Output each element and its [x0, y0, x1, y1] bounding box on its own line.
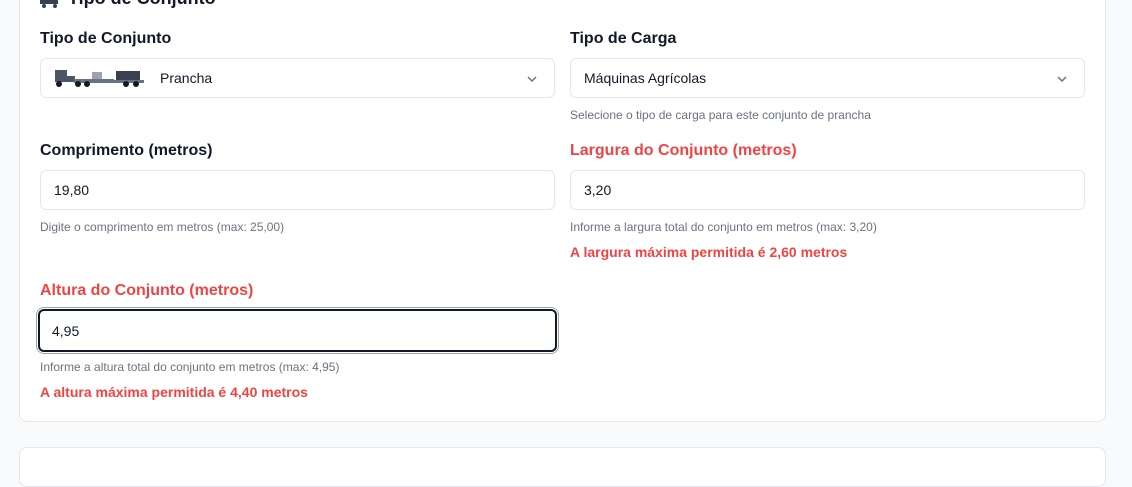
altura-input[interactable]: 4,95 — [38, 309, 557, 352]
tipo-carga-hint: Selecione o tipo de carga para este conj… — [570, 108, 871, 122]
tipo-carga-value: Máquinas Agrícolas — [584, 70, 707, 86]
comprimento-input[interactable]: 19,80 — [40, 170, 555, 210]
chevron-down-icon — [1056, 72, 1068, 84]
altura-label: Altura do Conjunto (metros) — [40, 282, 254, 299]
tipo-conjunto-label: Tipo de Conjunto — [40, 30, 172, 47]
comprimento-label: Comprimento (metros) — [40, 142, 213, 159]
largura-label: Largura do Conjunto (metros) — [570, 142, 797, 159]
largura-error: A largura máxima permitida é 2,60 metros — [570, 244, 848, 260]
tipo-conjunto-value: Prancha — [160, 70, 213, 86]
comprimento-hint: Digite o comprimento em metros (max: 25,… — [40, 220, 285, 234]
chevron-down-icon — [526, 72, 538, 84]
altura-error: A altura máxima permitida é 4,40 metros — [40, 384, 308, 400]
truck-icon — [40, 0, 60, 8]
altura-value: 4,95 — [52, 322, 80, 339]
tipo-carga-select[interactable]: Máquinas Agrícolas — [570, 58, 1085, 98]
largura-hint: Informe a largura total do conjunto em m… — [570, 220, 877, 234]
truck-lowboy-icon — [54, 68, 146, 88]
altura-hint: Informe a altura total do conjunto em me… — [40, 360, 340, 374]
tipo-conjunto-select[interactable]: Prancha — [40, 58, 555, 98]
section-title: Tipo de Conjunto — [40, 0, 216, 9]
tipo-carga-label: Tipo de Carga — [570, 30, 677, 47]
section-title-text: Tipo de Conjunto — [68, 0, 216, 9]
next-card — [19, 447, 1106, 487]
comprimento-value: 19,80 — [54, 182, 90, 198]
largura-value: 3,20 — [584, 182, 612, 198]
largura-input[interactable]: 3,20 — [570, 170, 1085, 210]
